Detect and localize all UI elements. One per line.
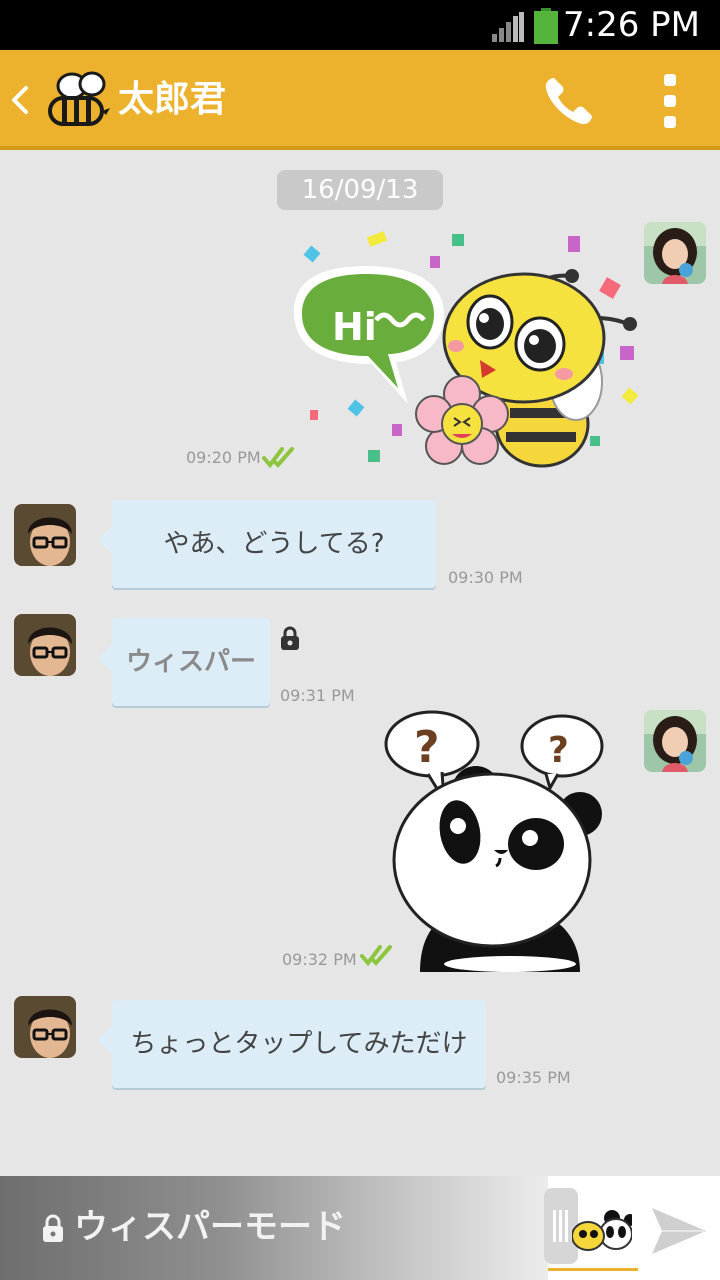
contact-name: 太郎君 [118,79,227,120]
message-text: ちょっとタップしてみただけ [130,1029,468,1059]
svg-text:?: ? [548,730,569,771]
contact-avatar[interactable] [14,996,76,1058]
message-time: 09:35 PM [496,1068,571,1087]
bee-hi-sticker[interactable]: Hi [284,228,644,478]
message-bubble[interactable]: やあ、どうしてる? [98,500,436,588]
message-text: やあ、どうしてる? [163,529,385,559]
svg-text:?: ? [414,722,440,773]
my-avatar[interactable] [644,710,706,772]
message-time: 09:20 PM [186,448,261,467]
panda-question-sticker[interactable]: ? ? [384,710,614,972]
bee-logo-icon [48,71,110,126]
message-bubble[interactable]: ちょっとタップしてみただけ [98,1000,486,1088]
lock-icon [281,626,299,650]
sticker-icon[interactable] [572,1198,632,1254]
message-time: 09:32 PM [282,950,357,969]
input-underline [548,1268,638,1271]
lock-icon [43,1214,63,1242]
back-icon[interactable] [8,80,32,120]
message-time: 09:31 PM [280,686,355,705]
input-bar: ウィスパーモード [0,1176,720,1280]
chat-header: 太郎君 [0,50,720,150]
signal-icon [492,12,524,42]
read-check-icon [262,447,294,468]
my-avatar[interactable] [644,222,706,284]
whisper-mode-label: ウィスパーモード [74,1207,346,1247]
more-vert-icon[interactable] [650,70,690,132]
svg-text:Hi: Hi [332,305,377,349]
read-check-icon [360,945,392,966]
contact-avatar[interactable] [14,614,76,676]
message-time: 09:30 PM [448,568,523,587]
whisper-bubble[interactable]: ウィスパー [98,618,270,706]
whisper-text: ウィスパー [125,647,256,677]
send-icon[interactable] [650,1202,708,1260]
whisper-mode-button[interactable]: ウィスパーモード [0,1176,548,1280]
contact-avatar[interactable] [14,504,76,566]
date-separator: 16/09/13 [277,170,443,210]
battery-icon [534,8,558,44]
phone-icon[interactable] [540,72,598,130]
status-time: 7:26 PM [563,5,700,45]
status-bar: 7:26 PM [0,0,720,50]
